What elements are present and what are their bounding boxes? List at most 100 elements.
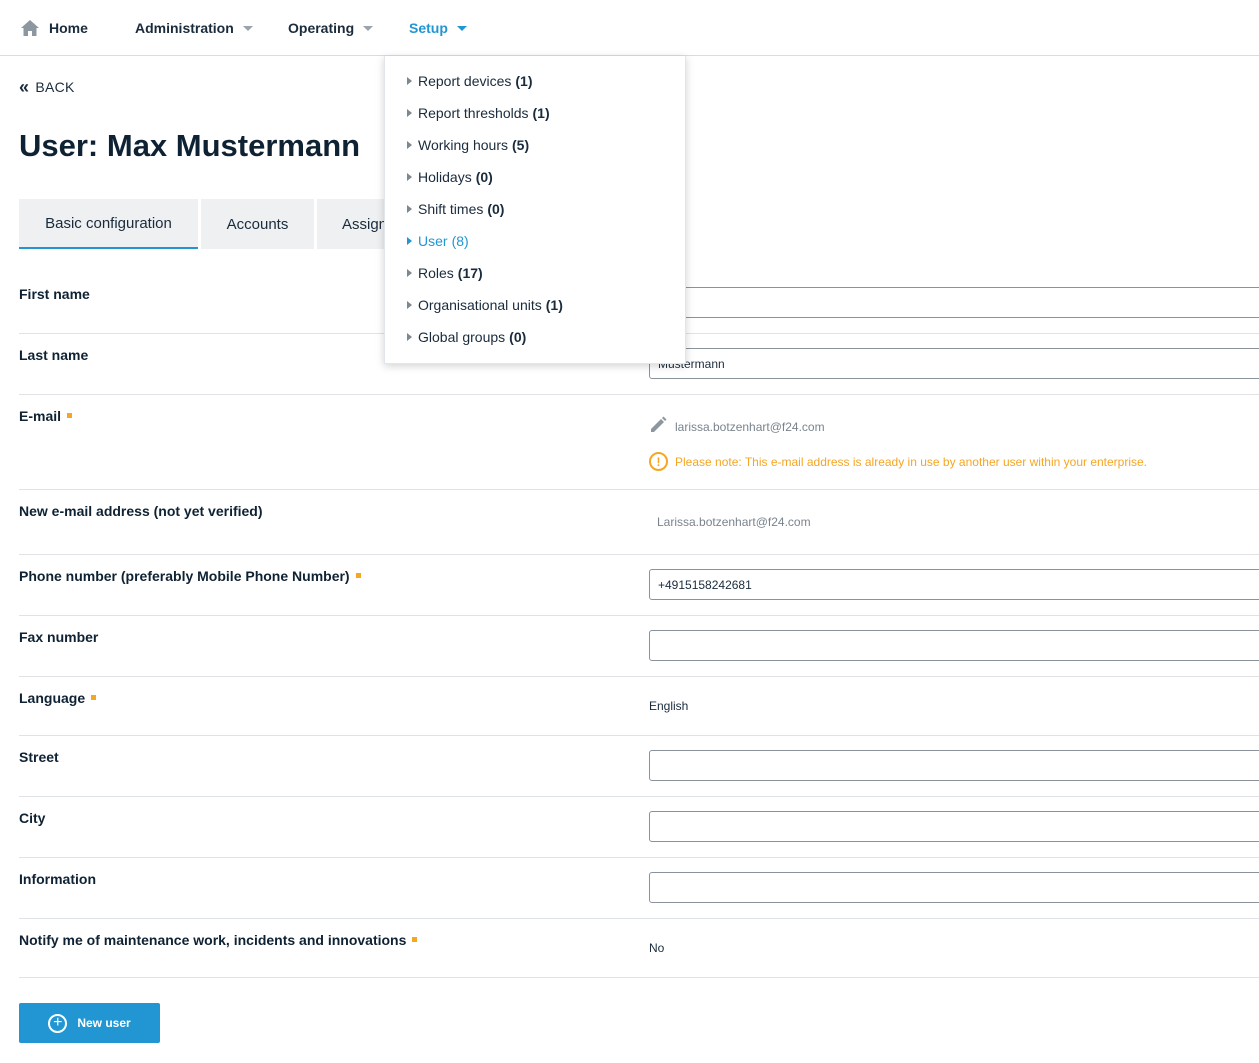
menu-item-report-thresholds[interactable]: Report thresholds (1) <box>385 97 685 129</box>
tab-label: Basic configuration <box>45 214 172 232</box>
menu-item-label: Organisational units <box>418 297 542 313</box>
required-marker <box>412 936 418 942</box>
required-marker <box>67 412 73 418</box>
email-value: larissa.botzenhart@f24.com <box>675 420 825 434</box>
caret-right-icon <box>407 301 412 309</box>
email-warning-text: Please note: This e-mail address is alre… <box>675 454 1148 469</box>
back-label: BACK <box>35 79 75 95</box>
notify-label: Notify me of maintenance work, incidents… <box>19 932 418 948</box>
divider <box>19 796 1259 797</box>
notify-value: No <box>649 941 665 955</box>
caret-right-icon <box>407 205 412 213</box>
chevron-down-icon <box>456 26 467 31</box>
email-label-text: E-mail <box>19 408 62 424</box>
new-user-button[interactable]: + New user <box>19 1003 160 1043</box>
setup-dropdown-menu: Report devices (1) Report thresholds (1) W… <box>384 56 686 364</box>
menu-item-count: (8) <box>451 233 469 249</box>
divider <box>19 676 1259 677</box>
menu-item-count: (17) <box>457 265 483 281</box>
caret-right-icon <box>407 173 412 181</box>
caret-right-icon <box>407 269 412 277</box>
tab-label: Assign <box>342 215 388 233</box>
required-marker <box>355 572 361 578</box>
menu-item-label: Report devices <box>418 73 512 89</box>
caret-right-icon <box>407 77 412 85</box>
menu-item-label: Holidays <box>418 169 472 185</box>
caret-right-icon <box>407 333 412 341</box>
menu-item-label: Roles <box>418 265 454 281</box>
tab-basic-configuration[interactable]: Basic configuration <box>19 199 198 249</box>
phone-label: Phone number (preferably Mobile Phone Nu… <box>19 568 361 584</box>
chevron-down-icon <box>363 26 374 31</box>
back-link[interactable]: « BACK <box>19 77 75 97</box>
menu-item-count: (1) <box>532 105 550 121</box>
menu-item-holidays[interactable]: Holidays (0) <box>385 161 685 193</box>
menu-item-report-devices[interactable]: Report devices (1) <box>385 65 685 97</box>
information-label: Information <box>19 871 96 887</box>
street-label: Street <box>19 749 59 765</box>
nav-administration[interactable]: Administration <box>135 0 253 56</box>
new-user-button-label: New user <box>77 1016 131 1030</box>
menu-item-roles[interactable]: Roles (17) <box>385 257 685 289</box>
last-name-label: Last name <box>19 347 89 363</box>
page-title: User: Max Mustermann <box>19 128 361 163</box>
language-value: English <box>649 699 689 713</box>
menu-item-count: (5) <box>512 137 530 153</box>
menu-item-organisational-units[interactable]: Organisational units (1) <box>385 289 685 321</box>
menu-item-label: Global groups <box>418 329 506 345</box>
nav-home[interactable]: Home <box>20 0 88 56</box>
nav-administration-label: Administration <box>135 20 234 36</box>
first-name-input[interactable] <box>649 287 1259 318</box>
language-label-text: Language <box>19 690 86 706</box>
email-label: E-mail <box>19 408 73 424</box>
home-icon <box>21 20 39 36</box>
menu-item-count: (1) <box>515 73 533 89</box>
chevron-down-icon <box>242 26 253 31</box>
street-input[interactable] <box>649 750 1259 781</box>
plus-circle-icon: + <box>48 1013 68 1033</box>
menu-item-count: (0) <box>509 329 527 345</box>
menu-item-label: Shift times <box>418 201 484 217</box>
menu-item-label: User <box>418 233 448 249</box>
menu-item-count: (0) <box>487 201 505 217</box>
caret-right-icon <box>407 109 412 117</box>
last-name-input[interactable] <box>649 348 1259 379</box>
information-input[interactable] <box>649 872 1259 903</box>
pencil-icon[interactable] <box>649 416 667 434</box>
email-warning: ! Please note: This e-mail address is al… <box>649 452 1147 471</box>
divider <box>19 857 1259 858</box>
nav-operating-label: Operating <box>288 20 355 36</box>
nav-setup-label: Setup <box>409 20 448 36</box>
menu-item-label: Working hours <box>418 137 509 153</box>
fax-input[interactable] <box>649 630 1259 661</box>
menu-item-working-hours[interactable]: Working hours (5) <box>385 129 685 161</box>
city-label: City <box>19 810 46 826</box>
divider <box>19 489 1259 490</box>
phone-input[interactable] <box>649 569 1259 600</box>
nav-setup[interactable]: Setup <box>409 0 467 56</box>
double-chevron-left-icon: « <box>19 77 30 97</box>
tab-label: Accounts <box>226 215 289 233</box>
menu-item-global-groups[interactable]: Global groups (0) <box>385 321 685 353</box>
menu-item-user[interactable]: User (8) <box>385 225 685 257</box>
language-label: Language <box>19 690 97 706</box>
fax-label: Fax number <box>19 629 99 645</box>
divider <box>19 918 1259 919</box>
tab-accounts[interactable]: Accounts <box>201 199 314 249</box>
new-email-label: New e-mail address (not yet verified) <box>19 503 263 519</box>
nav-operating[interactable]: Operating <box>288 0 374 56</box>
top-navigation: Home Administration Operating Setup <box>0 0 1259 56</box>
new-email-value: Larissa.botzenhart@f24.com <box>657 515 811 529</box>
divider <box>19 735 1259 736</box>
divider <box>19 394 1259 395</box>
divider <box>19 554 1259 555</box>
first-name-label: First name <box>19 286 90 302</box>
menu-item-count: (0) <box>475 169 493 185</box>
divider <box>19 615 1259 616</box>
warning-icon: ! <box>649 452 668 471</box>
city-input[interactable] <box>649 811 1259 842</box>
caret-right-icon <box>407 237 412 245</box>
menu-item-count: (1) <box>545 297 563 313</box>
menu-item-shift-times[interactable]: Shift times (0) <box>385 193 685 225</box>
menu-item-label: Report thresholds <box>418 105 529 121</box>
